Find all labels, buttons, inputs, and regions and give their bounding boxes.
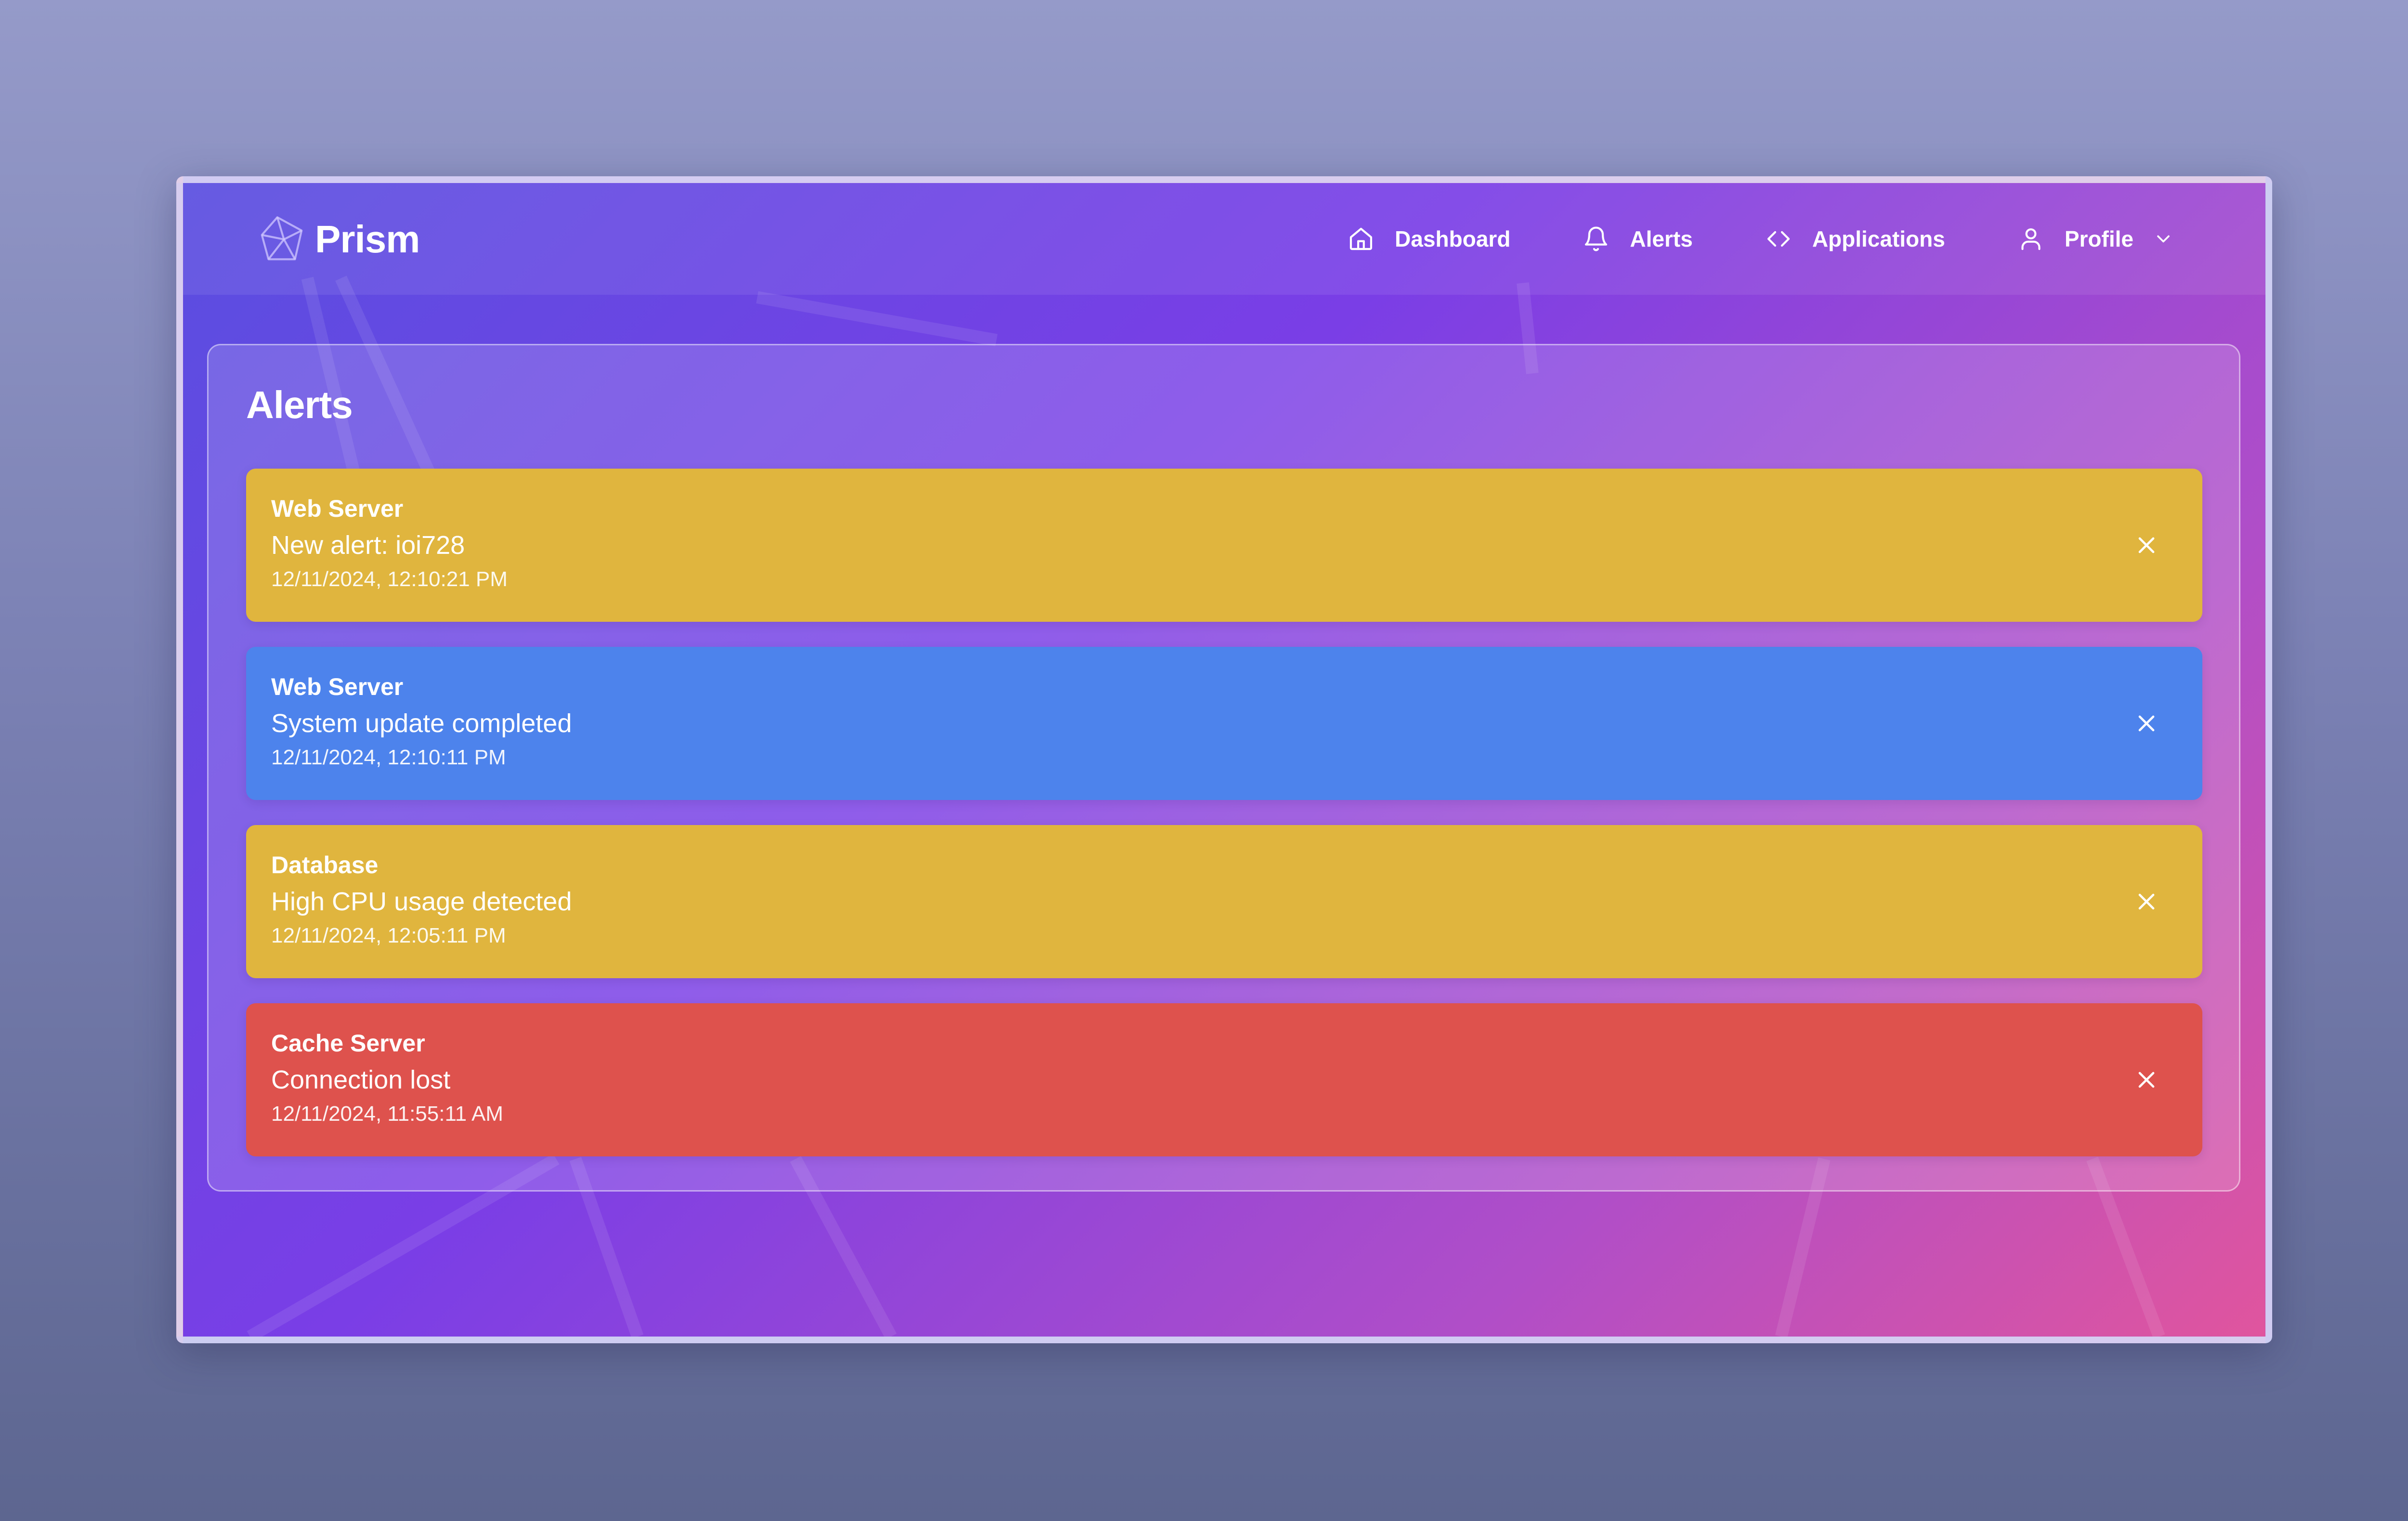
alert-item: Web Server New alert: ioi728 12/11/2024,…: [246, 469, 2202, 622]
chevron-down-icon[interactable]: [2153, 228, 2174, 249]
nav-label-alerts: Alerts: [1630, 226, 1693, 251]
alert-source: Database: [271, 852, 379, 879]
nav-item-alerts[interactable]: Alerts: [1583, 225, 1693, 252]
nav-item-profile[interactable]: Profile: [2017, 225, 2174, 252]
user-icon: [2017, 225, 2044, 252]
alert-item: Cache Server Connection lost 12/11/2024,…: [246, 1003, 2202, 1156]
main-nav: Dashboard Alerts Applications Profile: [1348, 183, 2174, 295]
nav-label-dashboard: Dashboard: [1395, 226, 1511, 251]
nav-label-profile: Profile: [2064, 226, 2133, 251]
alert-item: Database High CPU usage detected 12/11/2…: [246, 825, 2202, 978]
brand[interactable]: Prism: [255, 213, 420, 266]
nav-label-applications: Applications: [1812, 226, 1945, 251]
bell-icon: [1583, 225, 1610, 252]
alert-message: System update completed: [271, 709, 572, 738]
alert-source: Web Server: [271, 495, 404, 522]
alerts-panel: Alerts Web Server New alert: ioi728 12/1…: [207, 344, 2240, 1192]
alert-timestamp: 12/11/2024, 11:55:11 AM: [271, 1102, 503, 1126]
close-icon[interactable]: [2133, 1066, 2160, 1093]
app-window: Prism Dashboard Alerts Applications Prof…: [176, 176, 2272, 1343]
nav-item-dashboard[interactable]: Dashboard: [1348, 225, 1510, 252]
alert-timestamp: 12/11/2024, 12:10:11 PM: [271, 746, 506, 769]
code-icon: [1765, 225, 1792, 252]
close-icon[interactable]: [2133, 888, 2160, 915]
alert-message: Connection lost: [271, 1065, 451, 1094]
prism-logo-icon: [261, 216, 303, 261]
alert-source: Web Server: [271, 673, 404, 700]
alert-timestamp: 12/11/2024, 12:05:11 PM: [271, 924, 506, 947]
close-icon[interactable]: [2133, 710, 2160, 737]
alert-item: Web Server System update completed 12/11…: [246, 647, 2202, 800]
alert-timestamp: 12/11/2024, 12:10:21 PM: [271, 567, 508, 591]
alert-source: Cache Server: [271, 1030, 425, 1057]
alert-message: High CPU usage detected: [271, 887, 572, 916]
alerts-list: Web Server New alert: ioi728 12/11/2024,…: [246, 469, 2202, 1181]
brand-name: Prism: [315, 218, 420, 261]
alert-message: New alert: ioi728: [271, 531, 465, 560]
close-icon[interactable]: [2133, 532, 2160, 559]
home-icon: [1348, 225, 1374, 252]
page-title: Alerts: [246, 383, 353, 426]
top-navigation-bar: Prism Dashboard Alerts Applications Prof…: [183, 183, 2265, 295]
nav-item-applications[interactable]: Applications: [1765, 225, 1945, 252]
